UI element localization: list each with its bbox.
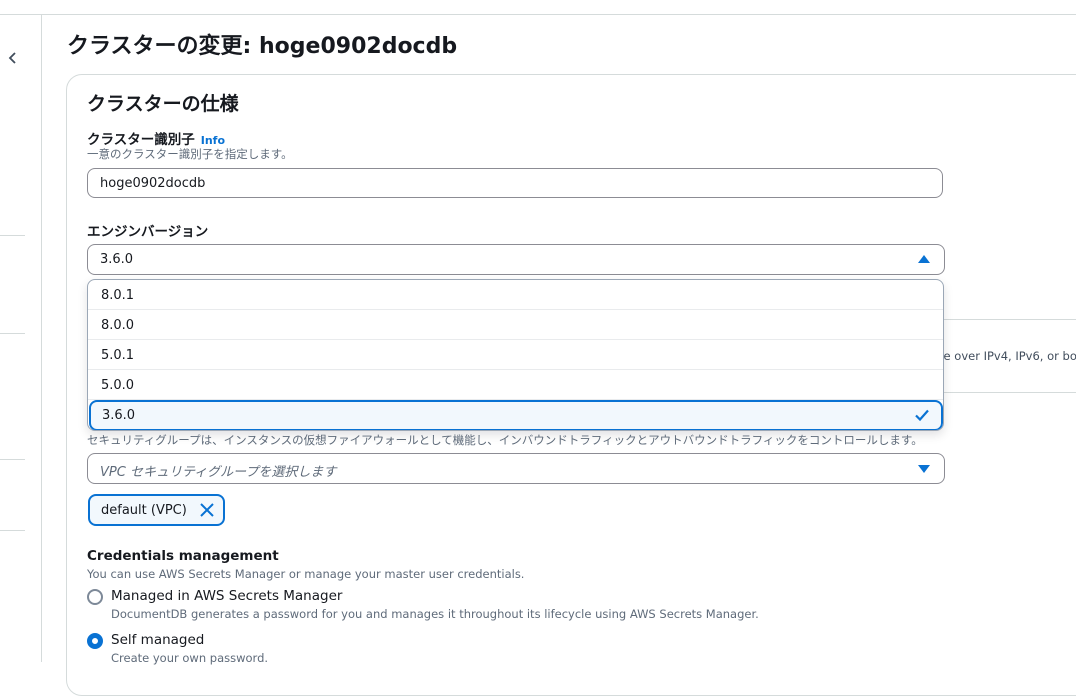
engine-version-dropdown: 8.0.1 8.0.0 5.0.1 5.0.0 3.6.0 — [87, 279, 944, 431]
security-group-token: default (VPC) — [88, 494, 225, 526]
radio-managed-secrets-description: DocumentDB generates a password for you … — [111, 607, 759, 621]
check-icon — [913, 406, 931, 428]
radio-self-managed-label[interactable]: Self managed — [111, 632, 204, 648]
background-divider — [944, 392, 1076, 393]
section-title: クラスターの仕様 — [87, 93, 239, 115]
rail-divider — [0, 333, 25, 334]
engine-version-option-selected[interactable]: 3.6.0 — [89, 400, 943, 430]
page-title: クラスターの変更: hoge0902docdb — [67, 34, 458, 59]
engine-version-label: エンジンバージョン — [87, 224, 209, 240]
top-navigation-bar — [0, 0, 1076, 15]
side-navigation-rail — [0, 15, 42, 662]
rail-divider — [0, 530, 25, 531]
radio-self-managed[interactable] — [87, 633, 103, 649]
engine-version-select[interactable]: 3.6.0 — [87, 244, 945, 275]
engine-version-option[interactable]: 8.0.1 — [88, 280, 943, 310]
option-label: 5.0.1 — [101, 348, 135, 363]
background-fragment-text: ate over IPv4, IPv6, or bo — [932, 349, 1076, 363]
nav-toggle-button[interactable] — [2, 47, 24, 71]
cluster-identifier-description: 一意のクラスター識別子を指定します。 — [87, 147, 293, 161]
background-divider — [944, 319, 1076, 320]
engine-version-option[interactable]: 8.0.0 — [88, 310, 943, 340]
radio-self-managed-description: Create your own password. — [111, 651, 269, 665]
engine-version-option[interactable]: 5.0.1 — [88, 340, 943, 370]
token-label: default (VPC) — [101, 502, 187, 518]
chevron-left-icon — [7, 50, 19, 69]
close-icon[interactable] — [199, 502, 215, 518]
option-label: 5.0.0 — [101, 378, 135, 393]
security-group-select[interactable]: VPC セキュリティグループを選択します — [87, 453, 945, 484]
cluster-identifier-input[interactable] — [87, 168, 943, 198]
option-label: 3.6.0 — [102, 408, 136, 423]
engine-version-option[interactable]: 5.0.0 — [88, 370, 943, 400]
radio-managed-secrets-label[interactable]: Managed in AWS Secrets Manager — [111, 588, 342, 604]
engine-version-selected-value: 3.6.0 — [100, 252, 134, 267]
option-label: 8.0.1 — [101, 288, 135, 303]
cluster-identifier-label: クラスター識別子 Info — [87, 128, 225, 148]
caret-down-icon — [918, 465, 930, 473]
credentials-description: You can use AWS Secrets Manager or manag… — [87, 567, 525, 581]
security-group-placeholder: VPC セキュリティグループを選択します — [100, 465, 337, 480]
security-group-description: セキュリティグループは、インスタンスの仮想ファイアウォールとして機能し、インバウ… — [87, 433, 923, 447]
caret-up-icon — [918, 255, 930, 263]
credentials-label: Credentials management — [87, 548, 279, 564]
rail-divider — [0, 235, 25, 236]
radio-managed-secrets[interactable] — [87, 589, 103, 605]
rail-divider — [0, 459, 25, 460]
option-label: 8.0.0 — [101, 318, 135, 333]
